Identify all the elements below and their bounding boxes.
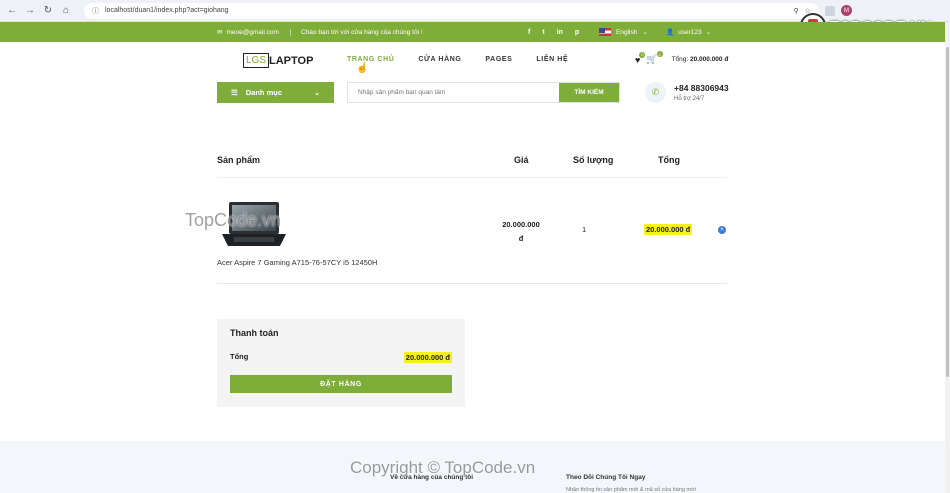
site-logo[interactable]: LGS LAPTOP	[243, 53, 313, 68]
support-text: Hỗ trợ 24/7	[674, 96, 705, 102]
remove-item-icon[interactable]: ×	[718, 226, 726, 234]
email-text: meoe@gmail.com	[226, 28, 279, 36]
price-amount: 20.000.000	[502, 220, 540, 229]
page-scrollbar[interactable]	[945, 22, 950, 493]
forward-icon[interactable]: →	[24, 5, 36, 16]
menu-item-home[interactable]: TRANG CHỦ	[347, 56, 394, 63]
place-order-button[interactable]: ĐẶT HÀNG	[230, 375, 452, 393]
product-qty: 1	[582, 225, 587, 234]
col-total: Tổng	[658, 155, 680, 165]
watermark-middle: TopCode.vn	[185, 210, 282, 230]
col-product: Sản phẩm	[217, 155, 261, 165]
user-menu[interactable]: 👤 user123 ⌄	[666, 28, 712, 37]
search-input[interactable]	[348, 83, 559, 102]
product-name[interactable]: Acer Aspire 7 Gaming A715-76-57CY i5 124…	[217, 258, 377, 267]
reload-icon[interactable]: ↻	[42, 5, 54, 16]
user-icon: 👤	[666, 29, 675, 36]
chevron-down-icon: ⌄	[314, 89, 320, 97]
menu-item-pages[interactable]: PAGES	[485, 56, 512, 63]
facebook-icon[interactable]: f	[528, 29, 530, 36]
header-total: Tổng: 20.000.000 đ	[672, 56, 729, 63]
checkout-title: Thanh toán	[230, 328, 279, 338]
header-cart: ♥ 0 🛒 0 Tổng: 20.000.000 đ	[635, 51, 729, 65]
phone-contact: ✆ +84 88306943 Hỗ trợ 24/7	[645, 82, 729, 103]
username: user123	[678, 28, 702, 36]
welcome-text: Chào bạn tới với cửa hàng của chúng tôi …	[290, 28, 423, 36]
header-total-value: 20.000.000 đ	[690, 56, 729, 63]
language-label: English	[616, 28, 638, 36]
cart-table-header: Sản phẩm Giá Số lượng Tổng	[217, 155, 727, 175]
line-total: 20.000.000 đ	[644, 224, 693, 235]
chevron-down-icon: ⌄	[642, 29, 648, 36]
twitter-icon[interactable]: t	[542, 29, 544, 36]
home-icon[interactable]: ⌂	[60, 5, 72, 16]
col-qty: Số lượng	[573, 155, 614, 165]
linkedin-icon[interactable]: in	[557, 29, 563, 36]
us-flag-icon	[599, 28, 611, 36]
divider	[217, 177, 727, 178]
cart-icon[interactable]: 🛒 0	[646, 51, 663, 65]
logo-box: LGS	[243, 53, 270, 68]
main-menu: TRANG CHỦ CỬA HÀNG PAGES LIÊN HỆ	[347, 56, 568, 63]
wishlist-count: 0	[639, 51, 646, 58]
price-currency: đ	[518, 234, 524, 243]
checkout-box: Thanh toán Tổng 20.000.000 đ ĐẶT HÀNG	[217, 319, 465, 407]
phone-icon: ✆	[645, 82, 666, 103]
language-selector[interactable]: English ⌄	[599, 28, 648, 36]
search-form: TÌM KIẾM	[347, 82, 620, 103]
divider	[217, 283, 727, 284]
zoom-icon[interactable]: ⚲	[794, 7, 799, 15]
pinterest-icon[interactable]: p	[575, 29, 579, 36]
top-bar: ✉ meoe@gmail.com Chào bạn tới với cửa hà…	[0, 22, 945, 42]
search-button[interactable]: TÌM KIẾM	[559, 83, 619, 102]
menu-item-shop[interactable]: CỬA HÀNG	[418, 56, 461, 63]
logo-text: LAPTOP	[269, 54, 314, 67]
menu-icon: ☰	[231, 88, 238, 97]
watermark-bottom: Copyright © TopCode.vn	[350, 458, 536, 477]
contact-email: ✉ meoe@gmail.com	[217, 28, 279, 37]
scrollbar-thumb[interactable]	[946, 47, 949, 377]
site-info-icon[interactable]: ⓘ	[92, 6, 99, 16]
chevron-down-icon: ⌄	[705, 29, 712, 36]
url-text: localhost/duan1/index.php?act=giohang	[105, 7, 229, 14]
header-total-label: Tổng:	[671, 56, 689, 63]
col-price: Giá	[514, 155, 529, 165]
wishlist-icon[interactable]: ♥ 0	[635, 51, 646, 65]
categories-label: Danh mục	[245, 88, 282, 97]
social-links: f t in p	[528, 29, 579, 36]
cart-count: 0	[656, 51, 663, 57]
hand-cursor-icon: ☝	[356, 63, 369, 74]
back-icon[interactable]: ←	[6, 5, 18, 16]
checkout-sum-value: 20.000.000 đ	[403, 352, 452, 363]
footer-follow-text: Nhận thông tin sản phẩm mới & mã số cửa …	[566, 487, 696, 493]
categories-button[interactable]: ☰ Danh mục ⌄	[217, 82, 334, 103]
checkout-sum-label: Tổng	[230, 352, 249, 361]
address-bar[interactable]: ⓘ localhost/duan1/index.php?act=giohang …	[84, 2, 819, 19]
mail-icon: ✉	[217, 29, 223, 36]
product-price: 20.000.000 đ	[497, 218, 545, 246]
phone-number: +84 88306943	[674, 83, 729, 93]
menu-item-contact[interactable]: LIÊN HỆ	[536, 56, 568, 63]
footer-follow-title: Theo Dõi Chúng Tôi Ngay	[566, 474, 646, 481]
